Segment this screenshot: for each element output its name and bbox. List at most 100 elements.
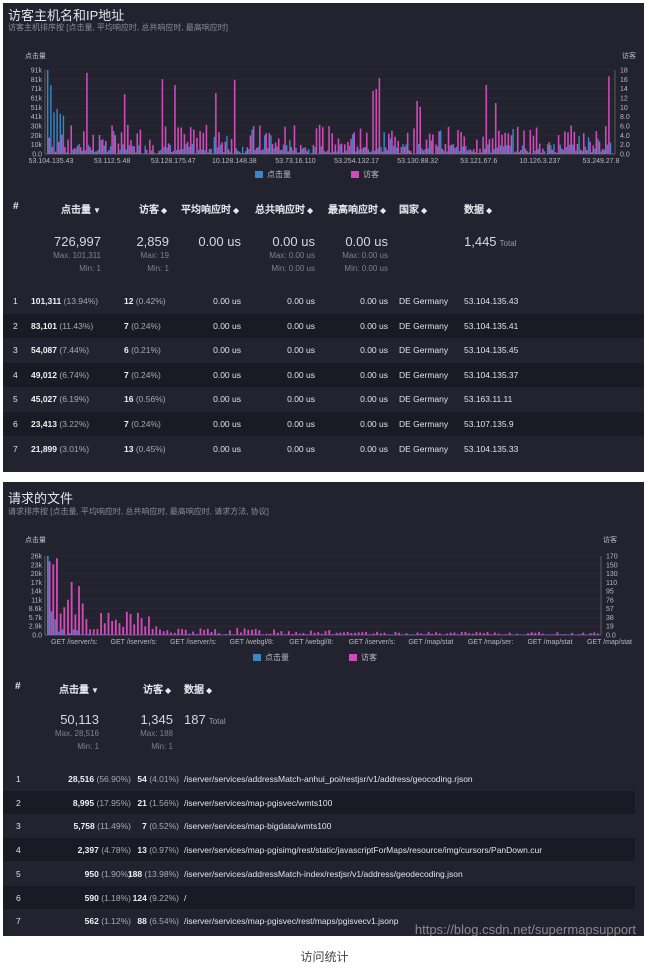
visitors-bar[interactable] bbox=[526, 151, 528, 154]
visitors-bar[interactable] bbox=[343, 144, 346, 154]
visitors-bar[interactable] bbox=[70, 125, 72, 154]
visitors-bar[interactable] bbox=[376, 631, 379, 635]
visitors-bar[interactable] bbox=[76, 145, 79, 154]
hits-bar[interactable] bbox=[150, 150, 153, 154]
visitors-bar[interactable] bbox=[280, 631, 283, 635]
hits-bar[interactable] bbox=[578, 136, 580, 154]
hits-bar[interactable] bbox=[78, 144, 80, 154]
hits-bar[interactable] bbox=[600, 151, 602, 154]
visitors-bar[interactable] bbox=[424, 634, 426, 635]
hits-bar[interactable] bbox=[506, 145, 508, 154]
visitors-bar[interactable] bbox=[306, 151, 308, 154]
visitors-bar[interactable] bbox=[534, 632, 537, 635]
table-row[interactable]: 4 2,397 (4.78%) 13 (0.97%)/iserver/service… bbox=[3, 838, 635, 862]
visitors-bar[interactable] bbox=[554, 151, 557, 154]
hits-bar[interactable] bbox=[295, 147, 297, 154]
hits-bar[interactable] bbox=[451, 634, 454, 635]
hits-bar[interactable] bbox=[396, 147, 398, 154]
files-col-data-sort[interactable]: 数据 ◆ bbox=[184, 681, 212, 696]
visitors-bar[interactable] bbox=[337, 138, 340, 154]
visitors-bar[interactable] bbox=[290, 146, 293, 154]
visitors-bar[interactable] bbox=[149, 139, 151, 154]
visitors-bar[interactable] bbox=[596, 633, 599, 635]
hits-bar[interactable] bbox=[97, 149, 99, 154]
visitors-bar[interactable] bbox=[331, 133, 333, 154]
hits-bar[interactable] bbox=[364, 147, 367, 154]
hits-bar[interactable] bbox=[553, 144, 555, 154]
visitors-bar[interactable] bbox=[284, 126, 286, 154]
hits-bar[interactable] bbox=[568, 144, 571, 154]
hits-bar[interactable] bbox=[499, 145, 502, 154]
hits-bar[interactable] bbox=[529, 634, 531, 635]
visitors-bar[interactable] bbox=[422, 150, 425, 154]
hits-bar[interactable] bbox=[150, 634, 152, 635]
hits-bar[interactable] bbox=[251, 129, 253, 154]
visitors-bar[interactable] bbox=[57, 141, 60, 154]
visitors-bar[interactable] bbox=[67, 599, 69, 635]
visitors-bar[interactable] bbox=[221, 142, 223, 154]
hits-bar[interactable] bbox=[100, 140, 102, 154]
hits-bar[interactable] bbox=[449, 145, 451, 154]
visitors-bar[interactable] bbox=[217, 633, 220, 635]
hits-bar[interactable] bbox=[355, 151, 357, 154]
hits-bar[interactable] bbox=[487, 144, 489, 154]
hits-bar[interactable] bbox=[113, 131, 115, 154]
visitors-bar[interactable] bbox=[598, 141, 601, 154]
visitors-bar[interactable] bbox=[299, 144, 302, 154]
visitors-bar[interactable] bbox=[249, 135, 252, 154]
hits-bar[interactable] bbox=[103, 145, 106, 154]
visitors-bar[interactable] bbox=[398, 632, 401, 635]
visitors-bar[interactable] bbox=[454, 147, 456, 154]
visitors-bar[interactable] bbox=[89, 147, 91, 154]
legend-visitors[interactable]: 访客 bbox=[349, 652, 377, 663]
hits-bar[interactable] bbox=[87, 634, 90, 635]
visitors-bar[interactable] bbox=[205, 124, 208, 154]
visitors-bar[interactable] bbox=[368, 634, 371, 635]
hits-bar[interactable] bbox=[56, 108, 58, 154]
visitors-bar[interactable] bbox=[140, 618, 143, 635]
visitors-bar[interactable] bbox=[268, 133, 271, 154]
visitors-bar[interactable] bbox=[258, 630, 261, 635]
visitors-bar[interactable] bbox=[89, 629, 91, 635]
visitors-bar[interactable] bbox=[394, 136, 396, 154]
hits-bar[interactable] bbox=[241, 146, 244, 154]
visitors-bar[interactable] bbox=[243, 628, 246, 635]
visitors-bar[interactable] bbox=[397, 140, 400, 154]
visitors-bar[interactable] bbox=[435, 632, 437, 635]
visitors-bar[interactable] bbox=[601, 148, 604, 154]
hits-bar[interactable] bbox=[81, 150, 84, 154]
hits-bar[interactable] bbox=[597, 138, 599, 154]
visitors-bar[interactable] bbox=[413, 128, 415, 154]
hits-bar[interactable] bbox=[185, 144, 187, 154]
hits-bar[interactable] bbox=[399, 153, 401, 154]
hits-bar[interactable] bbox=[418, 143, 420, 154]
visitors-bar[interactable] bbox=[296, 152, 299, 154]
visitors-bar[interactable] bbox=[453, 632, 456, 635]
visitors-bar[interactable] bbox=[303, 147, 305, 154]
visitors-bar[interactable] bbox=[252, 126, 255, 154]
files-col-hits-sort[interactable]: 点击量 ▼ bbox=[59, 681, 99, 696]
hits-bar[interactable] bbox=[188, 146, 190, 154]
visitors-bar[interactable] bbox=[551, 149, 554, 154]
hits-bar[interactable] bbox=[216, 634, 218, 635]
visitors-bar[interactable] bbox=[144, 626, 147, 635]
visitors-bar[interactable] bbox=[482, 633, 485, 635]
visitors-bar[interactable] bbox=[159, 629, 161, 635]
hits-bar[interactable] bbox=[105, 634, 108, 635]
visitors-bar[interactable] bbox=[92, 134, 95, 154]
hits-bar[interactable] bbox=[543, 151, 546, 154]
visitors-bar[interactable] bbox=[416, 100, 418, 154]
visitors-bar[interactable] bbox=[586, 150, 588, 154]
hits-bar[interactable] bbox=[122, 144, 124, 154]
table-row[interactable]: 6 590 (1.18%) 124 (9.22%) / bbox=[3, 885, 635, 909]
visitors-bar[interactable] bbox=[340, 143, 343, 154]
hits-bar[interactable] bbox=[562, 634, 564, 635]
visitors-bar[interactable] bbox=[428, 133, 431, 154]
visitors-bar[interactable] bbox=[476, 139, 478, 154]
hits-bar[interactable] bbox=[396, 634, 399, 635]
visitors-bar[interactable] bbox=[548, 142, 550, 154]
hits-bar[interactable] bbox=[164, 634, 167, 635]
visitors-bar[interactable] bbox=[381, 151, 384, 154]
visitors-bar[interactable] bbox=[582, 133, 585, 154]
visitors-bar[interactable] bbox=[177, 628, 180, 635]
